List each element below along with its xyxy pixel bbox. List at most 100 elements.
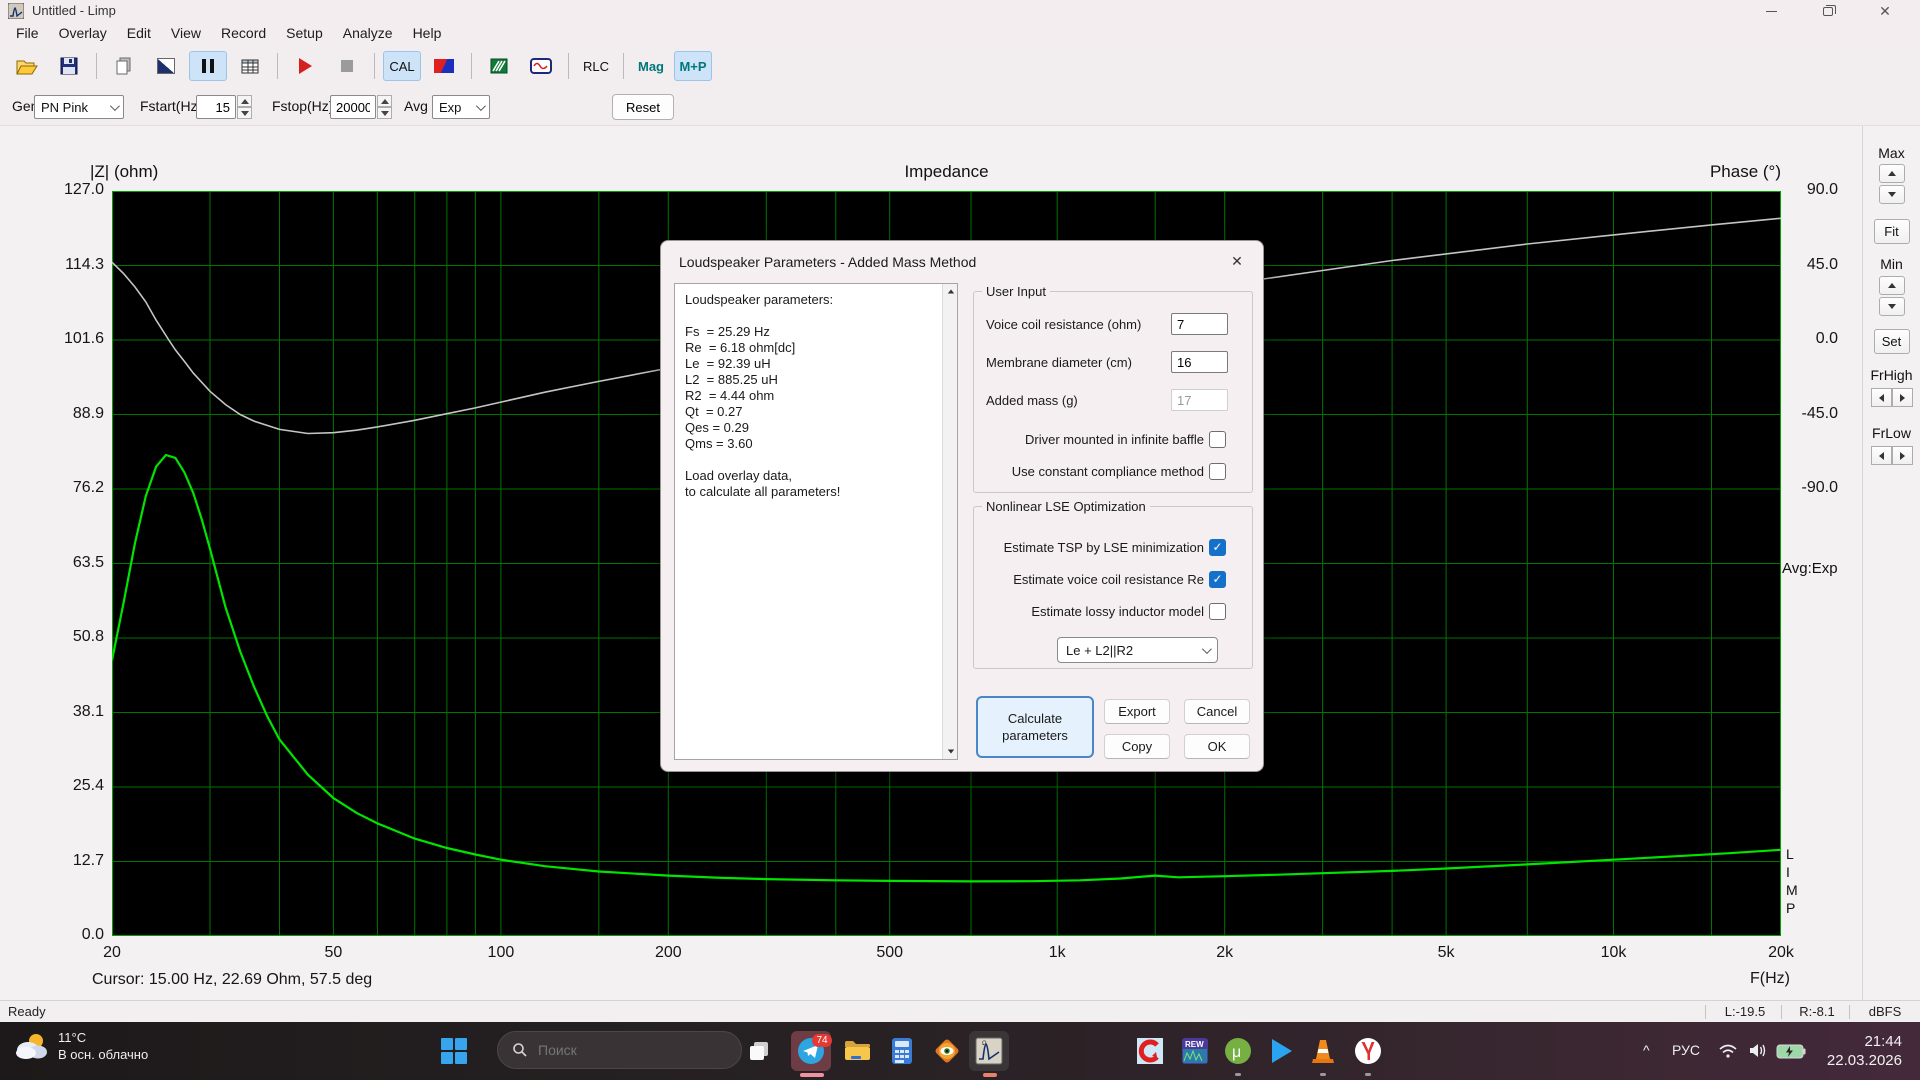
close-button[interactable]: ✕ [1862,0,1908,22]
limp-letter: P [1786,899,1798,917]
avg-value: Exp [439,100,461,115]
menu-analyze[interactable]: Analyze [333,22,403,44]
min-down-button[interactable] [1879,297,1905,316]
toolbar-separator [568,53,569,79]
scroll-up-icon[interactable] [943,284,958,299]
search-box[interactable] [497,1031,742,1069]
telegram-icon[interactable]: 74 [791,1031,831,1071]
frhigh-arrows[interactable] [1871,388,1913,407]
parameter-line: Qms = 3.60 [685,436,937,452]
set-button[interactable]: Set [1874,329,1910,354]
generator-type-value: PN Pink [41,100,88,115]
membrane-diameter-input[interactable] [1171,351,1228,373]
rlc-button[interactable]: RLC [577,51,615,81]
z-tick: 101.6 [42,330,104,348]
generator-type-select[interactable]: PN Pink [34,95,124,119]
limp-app-icon[interactable]: Ω [969,1031,1009,1071]
menu-file[interactable]: File [6,22,49,44]
vlc-running-dot [1320,1073,1326,1076]
calculator-icon[interactable] [882,1031,922,1071]
record-button[interactable] [286,51,324,81]
weather-widget[interactable]: 11°CВ осн. облачно [12,1029,148,1063]
export-button[interactable]: Export [1104,699,1170,724]
scroll-down-icon[interactable] [943,744,958,759]
menu-view[interactable]: View [161,22,211,44]
ok-button[interactable]: OK [1184,734,1250,759]
reset-button[interactable]: Reset [612,94,674,120]
language-indicator[interactable]: РУС [1672,1042,1700,1058]
max-down-button[interactable] [1879,185,1905,204]
stop-button[interactable] [328,51,366,81]
invert-background-button[interactable] [147,51,185,81]
calculate-parameters-button[interactable]: Calculate parameters [976,696,1094,758]
copy-button[interactable]: Copy [1104,734,1170,759]
min-label: Min [1863,256,1920,272]
fstop-input[interactable] [330,95,376,119]
search-input[interactable] [538,1042,698,1058]
calibrate-button[interactable]: CAL [383,51,421,81]
red-c-app-icon[interactable] [1130,1031,1170,1071]
volume-icon[interactable] [1748,1042,1768,1059]
menu-setup[interactable]: Setup [276,22,333,44]
frhigh-left-button[interactable] [1871,388,1892,407]
menu-edit[interactable]: Edit [117,22,161,44]
listbox-scrollbar[interactable] [942,284,957,759]
generator-setup-button[interactable] [425,51,463,81]
rew-app-icon[interactable]: REW [1175,1031,1215,1071]
frlow-arrows[interactable] [1871,446,1913,465]
vlc-icon[interactable] [1303,1031,1343,1071]
frlow-left-button[interactable] [1871,446,1892,465]
wifi-icon[interactable] [1718,1043,1738,1059]
frlow-right-button[interactable] [1892,446,1913,465]
copy-button[interactable] [105,51,143,81]
start-button[interactable] [441,1038,467,1064]
menu-overlay[interactable]: Overlay [49,22,117,44]
magnitude-view-button[interactable]: Mag [632,51,670,81]
max-up-button[interactable] [1879,164,1905,183]
media-player-icon[interactable] [1261,1031,1301,1071]
dialog-title: Loudspeaker Parameters - Added Mass Meth… [679,254,976,270]
fstart-spinner[interactable] [237,95,252,119]
voice-coil-input[interactable] [1171,313,1228,335]
app-icon [8,3,24,19]
estimate-tsp-checkbox[interactable]: ✓ [1209,539,1226,556]
tray-chevron-icon[interactable]: ^ [1643,1042,1650,1058]
oscilloscope-button[interactable] [522,51,560,81]
parameter-line [685,452,937,468]
task-view-button[interactable] [739,1031,779,1071]
fstart-input[interactable] [196,95,236,119]
dialog-close-button[interactable]: ✕ [1227,251,1247,271]
battery-icon[interactable] [1776,1044,1806,1059]
magnitude-phase-view-button[interactable]: M+P [674,51,712,81]
minimize-button[interactable] [1748,0,1794,22]
viewer-eye-icon[interactable] [927,1031,967,1071]
fstop-spinner[interactable] [377,95,392,119]
pause-button[interactable] [189,51,227,81]
menu-record[interactable]: Record [211,22,276,44]
estimate-re-checkbox[interactable]: ✓ [1209,571,1226,588]
save-button[interactable] [50,51,88,81]
fit-button[interactable]: Fit [1874,219,1910,244]
cancel-button[interactable]: Cancel [1184,699,1250,724]
estimate-lossy-checkbox[interactable] [1209,603,1226,620]
yandex-browser-icon[interactable] [1348,1031,1388,1071]
frhigh-right-button[interactable] [1892,388,1913,407]
restore-button[interactable] [1805,0,1851,22]
limp-letter: L [1786,845,1798,863]
open-button[interactable] [8,51,46,81]
parameters-listbox[interactable]: Loudspeaker parameters:Fs = 25.29 HzRe =… [674,283,958,760]
infinite-baffle-checkbox[interactable] [1209,431,1226,448]
spectrum-button[interactable] [480,51,518,81]
constant-compliance-checkbox[interactable] [1209,463,1226,480]
menu-help[interactable]: Help [403,22,452,44]
min-up-button[interactable] [1879,276,1905,295]
clock[interactable]: 21:44 22.03.2026 [1822,1032,1902,1070]
parameter-line: Loudspeaker parameters: [685,292,937,308]
x-tick: 200 [655,944,682,962]
table-view-button[interactable] [231,51,269,81]
parameter-line: Qt = 0.27 [685,404,937,420]
file-explorer-icon[interactable] [837,1031,877,1071]
avg-select[interactable]: Exp [432,95,490,119]
inductor-model-select[interactable]: Le + L2||R2 [1057,637,1218,663]
utorrent-icon[interactable]: μ [1218,1031,1258,1071]
